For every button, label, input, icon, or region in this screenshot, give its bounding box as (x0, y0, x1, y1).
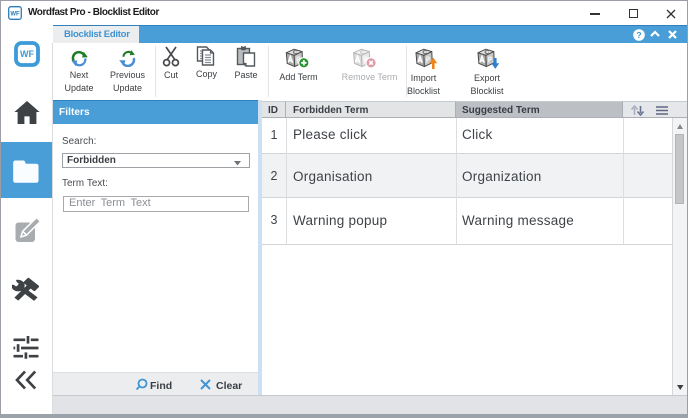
svg-text:WF: WF (10, 11, 20, 17)
svg-text:?: ? (636, 30, 641, 40)
svg-text:WF: WF (20, 49, 34, 59)
